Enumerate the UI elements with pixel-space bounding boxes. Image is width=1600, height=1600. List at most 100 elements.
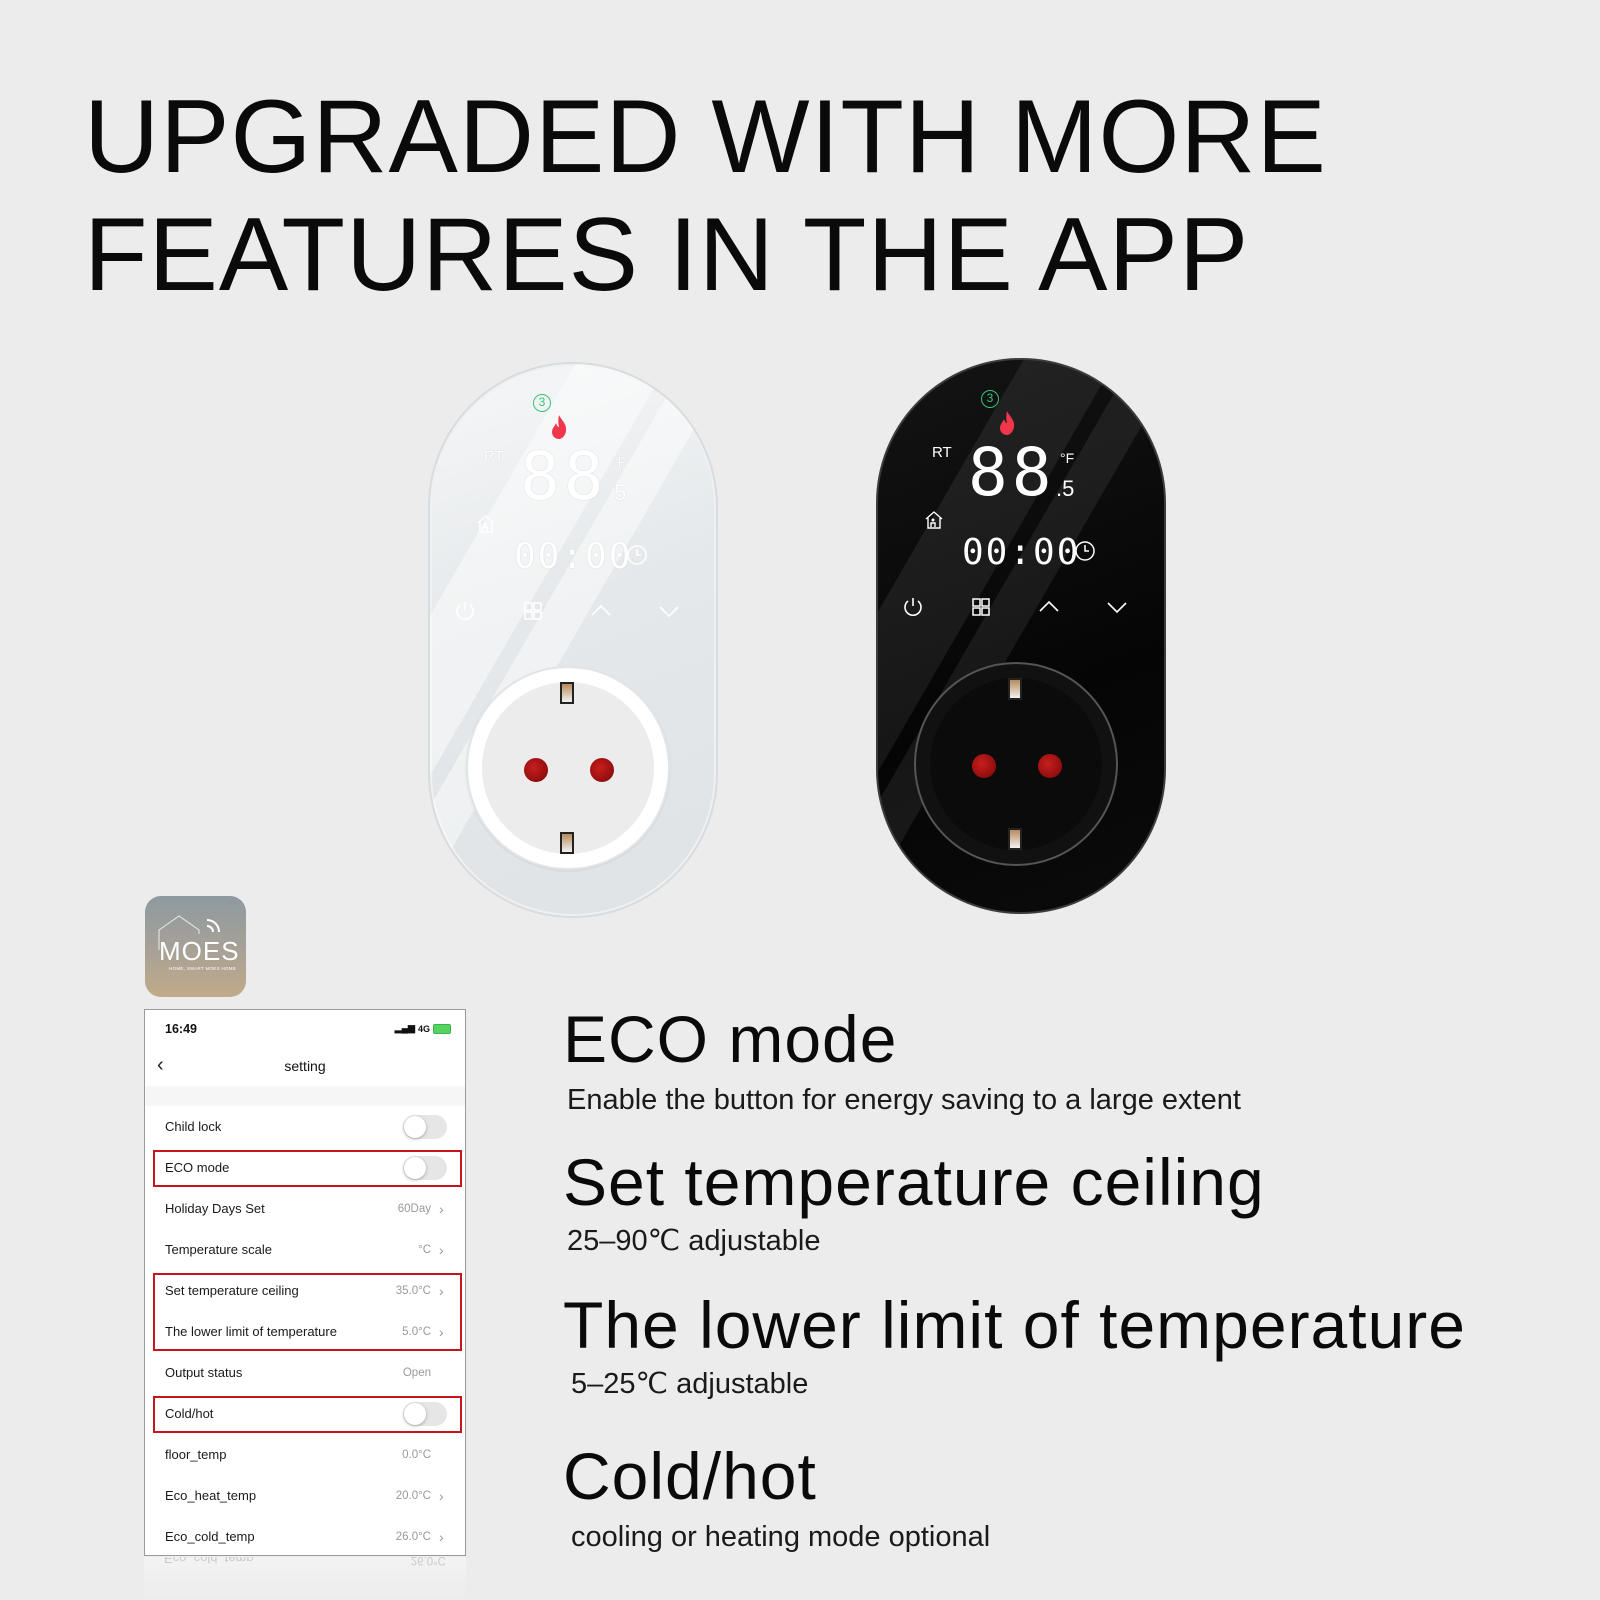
- schuko-socket: [914, 662, 1118, 866]
- socket-well: [930, 678, 1102, 850]
- feature-cold-hot: Cold/hot cooling or heating mode optiona…: [563, 1440, 990, 1554]
- settings-row[interactable]: floor_temp 0.0°C: [145, 1434, 465, 1475]
- chevron-up-icon[interactable]: [590, 600, 612, 622]
- chevron-right-icon: ›: [439, 1323, 444, 1340]
- feature-description: 25–90℃ adjustable: [567, 1225, 821, 1257]
- row-value: Open: [402, 1366, 431, 1379]
- feature-title: Set temperature ceiling: [563, 1145, 1265, 1219]
- temperature-decimal: .5: [1056, 476, 1075, 501]
- mode-badge: 3: [533, 394, 551, 412]
- app-settings-screen: 16:49 ▂▄▆ 4G ‹ setting Child lock ECO mod…: [144, 1009, 466, 1556]
- home-person-icon: [477, 515, 495, 533]
- chevron-right-icon: ›: [439, 1528, 444, 1545]
- row-label: Child lock: [165, 1119, 222, 1134]
- settings-list: Child lock ECO mode Holiday Days Set 60Day ›…: [145, 1106, 465, 1555]
- feature-description: Enable the button for energy saving to a…: [567, 1084, 1241, 1116]
- row-label: Set temperature ceiling: [165, 1283, 299, 1298]
- schuko-socket: [466, 666, 670, 870]
- feature-title: ECO mode: [563, 1002, 898, 1076]
- settings-row[interactable]: Cold/hot: [145, 1393, 465, 1434]
- temperature-unit: °F: [612, 454, 627, 470]
- chevron-right-icon: ›: [439, 1241, 444, 1258]
- socket-hole-right: [1038, 754, 1062, 778]
- feature-title: Cold/hot: [563, 1439, 817, 1513]
- thermostat-white: 3 RT 88 °F .5 00:00: [428, 362, 718, 918]
- mode-badge: 3: [981, 390, 999, 408]
- settings-row[interactable]: Holiday Days Set 60Day ›: [145, 1188, 465, 1229]
- row-value: °C: [418, 1243, 431, 1256]
- settings-row[interactable]: The lower limit of temperature 5.0°C ›: [145, 1311, 465, 1352]
- settings-row[interactable]: Set temperature ceiling 35.0°C ›: [145, 1270, 465, 1311]
- toggle-switch[interactable]: [403, 1155, 447, 1180]
- flame-icon: [1000, 411, 1015, 435]
- settings-row[interactable]: Child lock: [145, 1106, 465, 1147]
- chevron-right-icon: ›: [439, 1487, 444, 1504]
- temperature-display: 88: [520, 438, 608, 515]
- row-label: The lower limit of temperature: [165, 1324, 337, 1339]
- feature-description: cooling or heating mode optional: [571, 1521, 991, 1553]
- row-value: 26.0°C: [395, 1530, 431, 1543]
- row-label: Output status: [165, 1365, 243, 1380]
- nav-title: setting: [284, 1058, 326, 1074]
- room-temp-label: RT: [932, 444, 952, 461]
- power-icon[interactable]: [902, 596, 924, 618]
- section-gap: [145, 1086, 465, 1106]
- temperature-decimal: .5: [608, 480, 627, 505]
- row-value: 20.0°C: [395, 1489, 431, 1502]
- temperature-unit: °F: [1060, 450, 1075, 466]
- socket-well: [482, 682, 654, 854]
- power-icon[interactable]: [454, 600, 476, 622]
- time-display: 00:00: [962, 532, 1081, 573]
- feature-title: The lower limit of temperature: [563, 1288, 1466, 1362]
- menu-grid-icon[interactable]: [970, 596, 992, 618]
- headline-line-2: FEATURES IN THE APP: [84, 197, 1250, 313]
- chevron-down-icon[interactable]: [658, 600, 680, 622]
- chevron-up-icon[interactable]: [1038, 596, 1060, 618]
- clock-icon: [1075, 541, 1095, 561]
- headline: UPGRADED WITH MORE FEATURES IN THE APP: [84, 78, 1327, 314]
- thermostat-black: 3 RT 88 °F .5 00:00: [876, 358, 1166, 914]
- row-label: floor_temp: [165, 1447, 227, 1462]
- time-display: 00:00: [514, 536, 633, 577]
- settings-row[interactable]: Output status Open: [145, 1352, 465, 1393]
- signal-icon: ▂▄▆: [394, 1023, 415, 1033]
- socket-hole-left: [972, 754, 996, 778]
- earth-clip: [1008, 828, 1022, 850]
- app-brand: MOES: [159, 936, 240, 966]
- nav-bar: ‹ setting: [145, 1044, 465, 1086]
- flame-icon: [552, 415, 567, 439]
- room-temp-label: RT: [484, 448, 504, 465]
- clock-icon: [627, 545, 647, 565]
- row-value: 5.0°C: [402, 1325, 431, 1338]
- moes-app-icon[interactable]: MOES HOME, SMART MOES HOME: [145, 896, 246, 997]
- settings-row[interactable]: Eco_cold_temp 26.0°C ›: [145, 1516, 465, 1555]
- earth-clip: [560, 832, 574, 854]
- feature-eco-mode: ECO mode Enable the button for energy sa…: [563, 1003, 1241, 1117]
- row-value: 35.0°C: [395, 1284, 431, 1297]
- settings-row[interactable]: Eco_heat_temp 20.0°C ›: [145, 1475, 465, 1516]
- app-tagline: HOME, SMART MOES HOME: [169, 966, 237, 971]
- row-label: Eco_cold_temp: [165, 1529, 255, 1544]
- feature-lower-limit: The lower limit of temperature 5–25℃ adj…: [563, 1289, 1466, 1401]
- menu-grid-icon[interactable]: [522, 600, 544, 622]
- reflected-row: Eco_cold_temp 26.0°C: [164, 1557, 446, 1566]
- status-indicators: ▂▄▆ 4G: [395, 1023, 451, 1034]
- headline-line-1: UPGRADED WITH MORE: [84, 79, 1327, 195]
- battery-charging-icon: [433, 1023, 451, 1034]
- network-type: 4G: [417, 1023, 430, 1034]
- toggle-switch[interactable]: [403, 1401, 447, 1426]
- row-value: 60Day: [397, 1202, 431, 1215]
- phone-reflection: Eco_cold_temp 26.0°C: [144, 1557, 466, 1600]
- toggle-switch[interactable]: [403, 1114, 447, 1139]
- status-bar: 16:49 ▂▄▆ 4G: [145, 1010, 465, 1044]
- chevron-down-icon[interactable]: [1106, 596, 1128, 618]
- feature-description: 5–25℃ adjustable: [571, 1368, 809, 1400]
- status-time: 16:49: [165, 1022, 197, 1036]
- settings-row[interactable]: Temperature scale °C ›: [145, 1229, 465, 1270]
- row-label: Eco_heat_temp: [165, 1488, 257, 1503]
- earth-clip: [1008, 678, 1022, 700]
- row-value: 0.0°C: [402, 1448, 431, 1461]
- temperature-display: 88: [968, 434, 1056, 511]
- settings-row[interactable]: ECO mode: [145, 1147, 465, 1188]
- feature-temperature-ceiling: Set temperature ceiling 25–90℃ adjustabl…: [563, 1146, 1265, 1258]
